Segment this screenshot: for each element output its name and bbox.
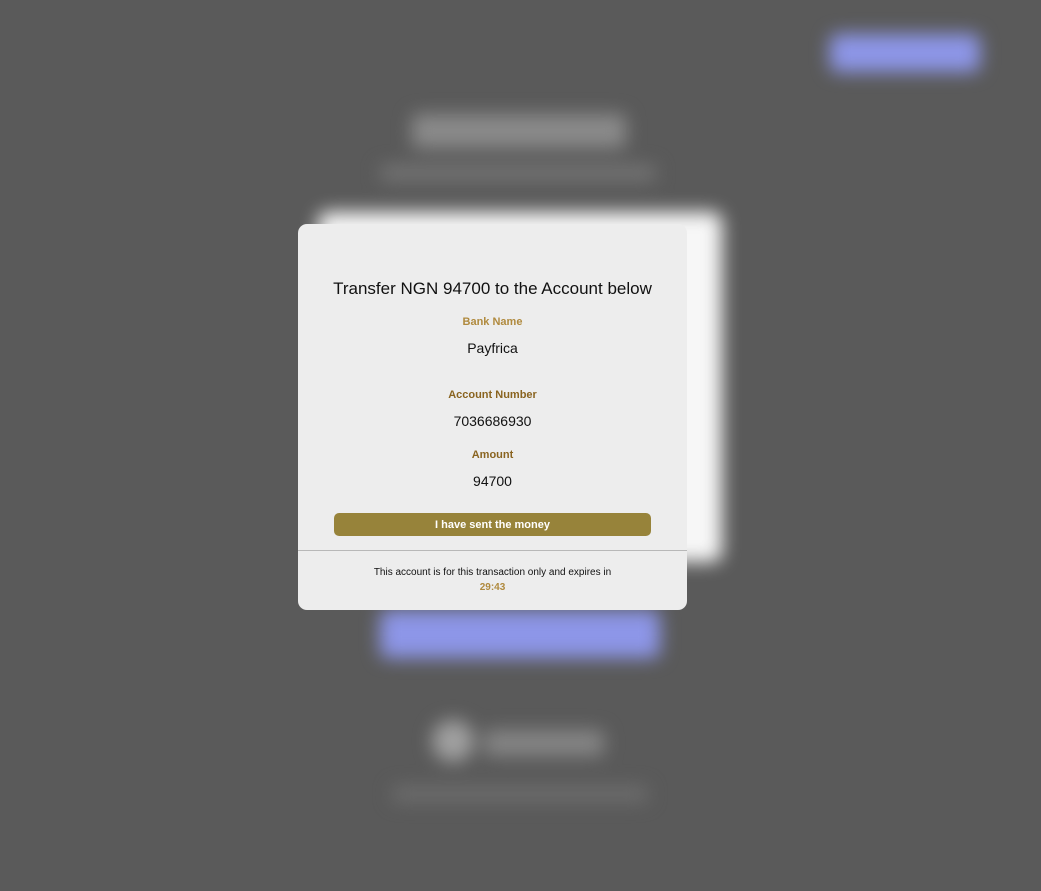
modal-divider xyxy=(298,550,687,551)
background-subheading xyxy=(380,165,656,181)
background-pay-button xyxy=(380,610,660,658)
background-footer-text xyxy=(392,786,648,802)
bank-name-label: Bank Name xyxy=(462,316,523,328)
amount-value: 94700 xyxy=(473,473,512,489)
modal-title: Transfer NGN 94700 to the Account below xyxy=(333,279,652,298)
background-logo-icon xyxy=(432,720,474,762)
expiry-notice: This account is for this transaction onl… xyxy=(373,567,612,578)
account-number-value: 7036686930 xyxy=(453,413,532,429)
expiry-countdown-timer: 29:43 xyxy=(479,582,506,593)
i-have-sent-the-money-button[interactable]: I have sent the money xyxy=(334,513,651,536)
background-heading xyxy=(412,114,626,148)
bank-name-value: Payfrica xyxy=(467,340,518,356)
amount-label: Amount xyxy=(471,449,514,461)
account-number-label: Account Number xyxy=(448,389,537,401)
background-top-button xyxy=(830,34,980,72)
background-logo-text xyxy=(484,730,604,756)
transfer-details-modal: Transfer NGN 94700 to the Account below … xyxy=(298,224,687,610)
